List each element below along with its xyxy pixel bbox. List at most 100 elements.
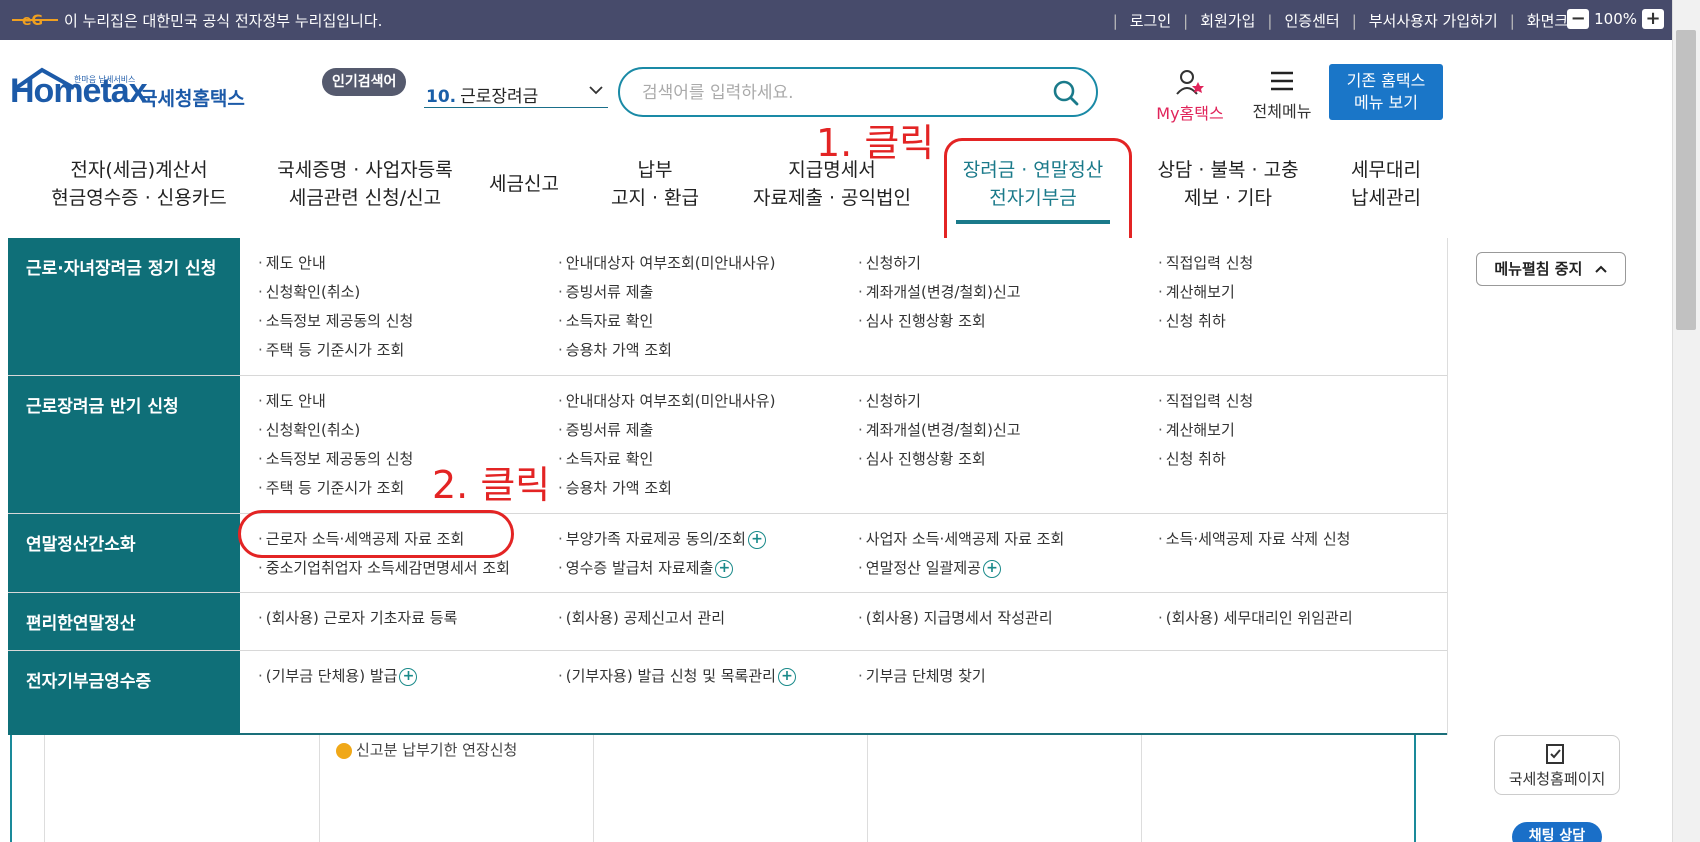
chat-consult-button[interactable]: 채팅 상담	[1512, 822, 1602, 842]
page-scrollbar[interactable]	[1672, 0, 1700, 842]
content-border-right	[1414, 735, 1416, 842]
deadline-extension-link[interactable]: 신고분 납부기한 연장신청	[336, 739, 517, 760]
menu-link[interactable]: 연말정산 일괄제공+	[858, 557, 1001, 578]
scrollbar-thumb[interactable]	[1676, 30, 1696, 330]
menu-link[interactable]: 증빙서류 제출	[558, 281, 654, 302]
popular-search-select[interactable]: 10. 근로장려금	[424, 76, 608, 108]
menu-link[interactable]: 신청확인(취소)	[258, 281, 361, 302]
menu-link[interactable]: 승용차 가액 조회	[558, 339, 672, 360]
menu-link[interactable]: (기부금 단체용) 발급+	[258, 665, 418, 686]
menu-link[interactable]: 사업자 소득·세액공제 자료 조회	[858, 528, 1064, 549]
plus-icon[interactable]: +	[777, 667, 796, 686]
menu-link[interactable]: 소득정보 제공동의 신청	[258, 448, 414, 469]
menu-link[interactable]: 신청확인(취소)	[258, 419, 361, 440]
category-title: 연말정산간소화	[26, 535, 136, 555]
annotation-box-step2	[238, 510, 514, 558]
plus-icon[interactable]: +	[399, 667, 418, 686]
my-hometax-label: My홈택스	[1156, 104, 1224, 123]
zoom-control: − 100% +	[1567, 9, 1664, 29]
menu-link[interactable]: 계좌개설(변경/철회)신고	[858, 419, 1021, 440]
stop-menu-expand-button[interactable]: 메뉴펼침 중지	[1476, 252, 1626, 286]
menu-link[interactable]: 신청하기	[858, 252, 921, 273]
menu-link[interactable]: 신청 취하	[1158, 448, 1226, 469]
gnb-line1: 국세증명 · 사업자등록	[277, 159, 453, 181]
menu-link[interactable]: 계산해보기	[1158, 281, 1235, 302]
all-menu-label: 전체메뉴	[1252, 102, 1312, 121]
zoom-in-button[interactable]: +	[1642, 9, 1664, 29]
zoom-out-button[interactable]: −	[1567, 9, 1590, 29]
gnb-e-invoice[interactable]: 전자(세금)계산서 현금영수증 · 신용카드	[34, 156, 244, 212]
hometax-logo[interactable]: 한마음 납세서비스 Hometax 국세청홈택스	[10, 62, 250, 122]
classic-menu-button[interactable]: 기존 홈택스 메뉴 보기	[1329, 64, 1443, 120]
gnb-tax-agent[interactable]: 세무대리 납세관리	[1334, 156, 1438, 212]
background-page-content: 신고분 납부기한 연장신청	[10, 735, 1672, 842]
grid-divider	[593, 735, 594, 842]
gov-links: | 로그인 | 회원가입 | 인증센터 | 부서사용자 가입하기 | 화면크기	[1112, 10, 1582, 31]
signup-link[interactable]: 회원가입	[1200, 10, 1255, 31]
menu-link[interactable]: 직접입력 신청	[1158, 252, 1254, 273]
all-menu-button[interactable]: 전체메뉴	[1244, 68, 1320, 122]
menu-link[interactable]: 중소기업취업자 소득세감면명세서 조회	[258, 557, 510, 578]
menu-link[interactable]: 영수증 발급처 자료제출+	[558, 557, 734, 578]
popular-term: 근로장려금	[460, 87, 539, 107]
annotation-step2: 2. 클릭	[432, 463, 551, 507]
menu-link-label: 연말정산 일괄제공	[865, 559, 981, 577]
menu-category: 근로장려금 반기 신청 제도 안내 안내대상자 여부조회(미안내사유) 신청하기…	[8, 376, 1448, 514]
chevron-down-icon	[589, 86, 603, 95]
gnb-tax-filing[interactable]: 세금신고	[484, 170, 564, 198]
menu-link[interactable]: 계좌개설(변경/철회)신고	[858, 281, 1021, 302]
menu-link-label: 부양가족 자료제공 동의/조회	[565, 530, 746, 548]
menu-link[interactable]: 신청 취하	[1158, 310, 1226, 331]
login-link[interactable]: 로그인	[1130, 10, 1171, 31]
deadline-extension-label: 신고분 납부기한 연장신청	[356, 741, 518, 759]
menu-link[interactable]: (회사용) 지급명세서 작성관리	[858, 607, 1053, 628]
my-hometax-button[interactable]: My홈택스	[1150, 68, 1230, 124]
menu-link[interactable]: 소득정보 제공동의 신청	[258, 310, 414, 331]
hamburger-icon	[1271, 71, 1293, 91]
gov-notice-bar: eG 이 누리집은 대한민국 공식 전자정부 누리집입니다. | 로그인 | 회…	[0, 0, 1672, 40]
plus-icon[interactable]: +	[982, 559, 1001, 578]
menu-link[interactable]: 소득자료 확인	[558, 448, 654, 469]
classic-line2: 메뉴 보기	[1354, 93, 1418, 112]
category-title: 편리한연말정산	[26, 614, 136, 634]
menu-link[interactable]: 직접입력 신청	[1158, 390, 1254, 411]
menu-link[interactable]: 심사 진행상황 조회	[858, 448, 986, 469]
menu-category: 근로·자녀장려금 정기 신청 제도 안내 안내대상자 여부조회(미안내사유) 신…	[8, 238, 1448, 376]
menu-link[interactable]: 부양가족 자료제공 동의/조회+	[558, 528, 766, 549]
gnb-tax-certificate[interactable]: 국세증명 · 사업자등록세금관련 신청/신고	[256, 156, 474, 212]
cert-center-link[interactable]: 인증센터	[1284, 10, 1339, 31]
gnb-line2: 세금관련 신청/신고	[288, 187, 442, 209]
menu-link-label: (기부자용) 발급 신청 및 목록관리	[565, 667, 776, 685]
menu-link[interactable]: (회사용) 공제신고서 관리	[558, 607, 725, 628]
menu-link[interactable]: 안내대상자 여부조회(미안내사유)	[558, 252, 776, 273]
menu-link[interactable]: 제도 안내	[258, 252, 326, 273]
mega-menu-divider	[1447, 238, 1448, 735]
plus-icon[interactable]: +	[747, 530, 766, 549]
menu-link[interactable]: 제도 안내	[258, 390, 326, 411]
svg-text:eG: eG	[22, 13, 43, 29]
menu-link[interactable]: 증빙서류 제출	[558, 419, 654, 440]
menu-link[interactable]: 소득·세액공제 자료 삭제 신청	[1158, 528, 1351, 549]
gnb-consultation[interactable]: 상담 · 불복 · 고충 제보 · 기타	[1148, 156, 1308, 212]
nts-homepage-card[interactable]: 국세청홈페이지	[1494, 735, 1620, 795]
content-grid	[44, 735, 1418, 842]
menu-link[interactable]: 심사 진행상황 조회	[858, 310, 986, 331]
menu-link[interactable]: 주택 등 기준시가 조회	[258, 477, 405, 498]
search-icon[interactable]	[1052, 79, 1080, 107]
gnb-payment[interactable]: 납부 고지 · 환급	[600, 156, 710, 212]
stop-menu-expand-label: 메뉴펼침 중지	[1494, 260, 1583, 278]
menu-link[interactable]: 계산해보기	[1158, 419, 1235, 440]
menu-link[interactable]: 안내대상자 여부조회(미안내사유)	[558, 390, 776, 411]
menu-link[interactable]: (기부자용) 발급 신청 및 목록관리+	[558, 665, 796, 686]
menu-link[interactable]: (회사용) 근로자 기초자료 등록	[258, 607, 458, 628]
menu-link[interactable]: 주택 등 기준시가 조회	[258, 339, 405, 360]
dept-signup-link[interactable]: 부서사용자 가입하기	[1369, 10, 1498, 31]
menu-link[interactable]: (회사용) 세무대리인 위임관리	[1158, 607, 1353, 628]
gnb-line1: 세금신고	[489, 173, 559, 195]
plus-icon[interactable]: +	[715, 559, 734, 578]
menu-link[interactable]: 소득자료 확인	[558, 310, 654, 331]
search-input[interactable]	[642, 81, 1042, 105]
menu-link[interactable]: 신청하기	[858, 390, 921, 411]
menu-link[interactable]: 승용차 가액 조회	[558, 477, 672, 498]
menu-link[interactable]: 기부금 단체명 찾기	[858, 665, 986, 686]
